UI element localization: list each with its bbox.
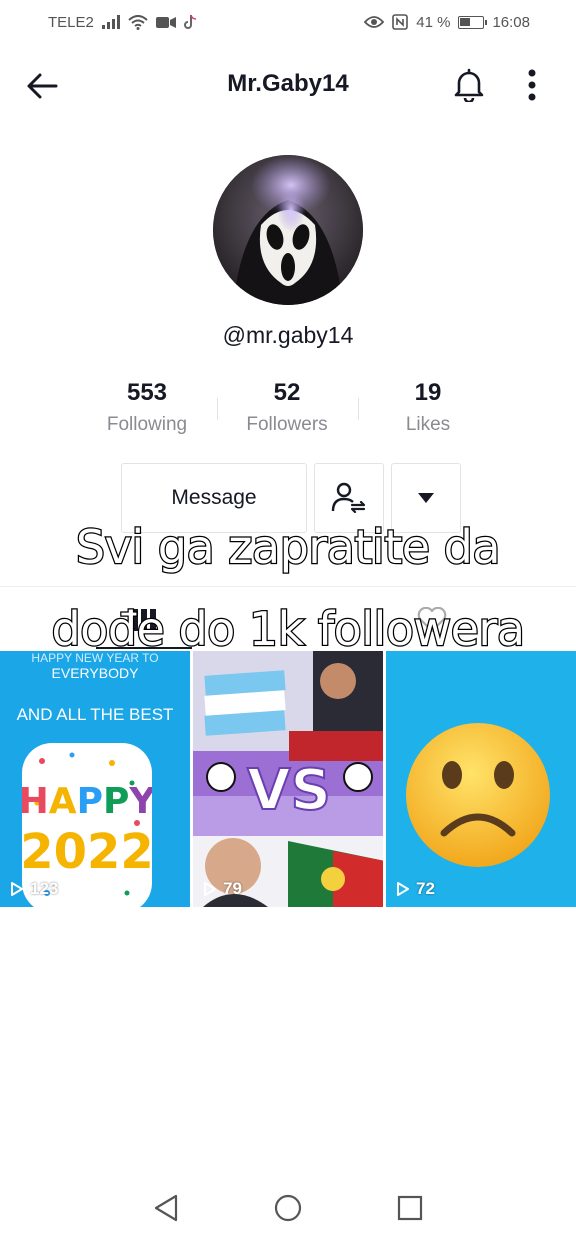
video-call-icon <box>155 16 176 29</box>
square-recents-icon <box>397 1195 423 1221</box>
video-headline: AND ALL THE BEST <box>16 705 174 724</box>
eye-icon <box>364 15 385 29</box>
profile-header: Mr.Gaby14 <box>0 50 576 120</box>
play-icon <box>204 882 216 896</box>
clock: 16:08 <box>492 13 530 31</box>
user-following-icon <box>331 482 366 514</box>
status-right: 41 % 16:08 <box>364 14 530 31</box>
carrier-label: TELE2 <box>48 13 94 31</box>
video-subtext: EVERYBODY <box>51 665 139 681</box>
stat-label: Followers <box>246 414 328 435</box>
message-button-label: Message <box>171 486 257 509</box>
view-count-value: 123 <box>30 879 59 898</box>
video-grid: HAPPY NEW YEAR TO EVERYBODY AND ALL THE … <box>0 651 576 907</box>
more-vertical-icon <box>528 69 536 101</box>
play-icon <box>11 882 23 896</box>
nav-home-button[interactable] <box>268 1190 308 1226</box>
caret-down-icon <box>418 493 434 503</box>
video-tile[interactable]: 72 <box>386 651 576 907</box>
vs-text: VS <box>247 758 331 823</box>
view-count: 72 <box>396 879 435 899</box>
stat-likes[interactable]: 19 Likes <box>358 376 498 440</box>
stat-following[interactable]: 553 Following <box>77 376 217 440</box>
system-navigation-bar <box>0 1176 576 1240</box>
view-count: 79 <box>203 879 242 899</box>
stat-label: Following <box>106 414 188 435</box>
more-options-button[interactable] <box>514 66 550 104</box>
view-count-value: 79 <box>223 879 242 898</box>
view-count: 123 <box>10 879 58 899</box>
video-tile[interactable]: HAPPY NEW YEAR TO EVERYBODY AND ALL THE … <box>0 651 190 907</box>
battery-icon <box>458 15 488 29</box>
card-year: 2022 <box>22 824 152 880</box>
stat-label: Likes <box>405 414 451 435</box>
football-vs-thumbnail: VS <box>193 651 383 907</box>
video-tile[interactable]: VS 79 <box>193 651 383 907</box>
avatar[interactable] <box>213 155 363 305</box>
bell-icon <box>454 68 484 102</box>
page-title: Mr.Gaby14 <box>227 70 349 97</box>
circle-home-icon <box>274 1194 302 1222</box>
status-left: TELE2 <box>48 14 198 31</box>
status-bar: TELE2 41 % 16:08 <box>0 0 576 44</box>
notification-bell-button[interactable] <box>450 66 488 104</box>
card-word: HAPPY <box>22 781 152 822</box>
ghostface-avatar-image <box>213 155 363 305</box>
profile-stats: 553 Following 52 Followers 19 Likes <box>0 376 576 446</box>
nfc-icon <box>392 14 409 30</box>
profile-username: @mr.gaby14 <box>222 322 354 348</box>
play-icon <box>397 882 409 896</box>
wifi-icon <box>128 14 148 30</box>
tiktok-notification-icon <box>183 14 198 30</box>
battery-percent: 41 % <box>416 13 451 31</box>
stat-followers[interactable]: 52 Followers <box>217 376 357 440</box>
view-count-value: 72 <box>416 879 435 898</box>
caption-line-1: Svi ga zapratite da <box>75 519 502 576</box>
stat-value: 553 <box>126 379 168 406</box>
signal-icon <box>101 15 120 29</box>
triangle-back-icon <box>154 1194 178 1222</box>
caption-line-2: dođe do 1k followera <box>50 601 526 658</box>
sad-face-thumbnail <box>386 651 576 907</box>
nav-back-button[interactable] <box>146 1190 186 1226</box>
stat-value: 52 <box>273 379 301 406</box>
nav-recents-button[interactable] <box>390 1190 430 1226</box>
stat-value: 19 <box>414 379 442 406</box>
